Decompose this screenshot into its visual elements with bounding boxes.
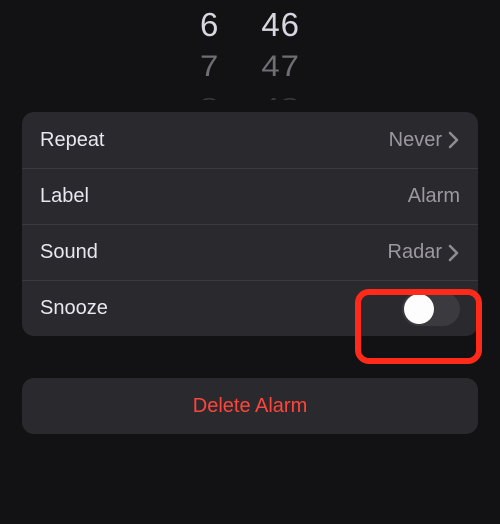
hour-option: 6 <box>200 8 219 43</box>
sound-value: Radar <box>388 241 442 264</box>
minute-option: 48 <box>261 94 300 100</box>
delete-alarm-button[interactable]: Delete Alarm <box>22 378 478 434</box>
repeat-row[interactable]: Repeat Never <box>22 112 478 168</box>
toggle-knob <box>404 294 434 324</box>
snooze-label: Snooze <box>40 297 108 320</box>
label-label: Label <box>40 185 89 208</box>
minute-column[interactable]: 46 47 48 <box>261 8 300 100</box>
repeat-label: Repeat <box>40 129 105 152</box>
hour-option: 8 <box>200 94 219 100</box>
repeat-value: Never <box>389 129 442 152</box>
minute-option: 46 <box>261 8 300 43</box>
chevron-right-icon <box>448 244 460 262</box>
minute-option: 47 <box>261 50 300 81</box>
label-row[interactable]: Label Alarm <box>22 168 478 224</box>
chevron-right-icon <box>448 131 460 149</box>
hour-option: 7 <box>200 50 219 81</box>
sound-row[interactable]: Sound Radar <box>22 224 478 280</box>
snooze-row: Snooze <box>22 280 478 336</box>
label-value: Alarm <box>408 185 460 208</box>
snooze-toggle[interactable] <box>402 292 460 326</box>
sound-label: Sound <box>40 241 98 264</box>
settings-list: Repeat Never Label Alarm Sound Radar Sno… <box>22 112 478 336</box>
delete-alarm-label: Delete Alarm <box>193 395 308 418</box>
hour-column[interactable]: 6 7 8 <box>200 8 219 100</box>
time-picker[interactable]: 6 7 8 46 47 48 <box>0 0 500 100</box>
